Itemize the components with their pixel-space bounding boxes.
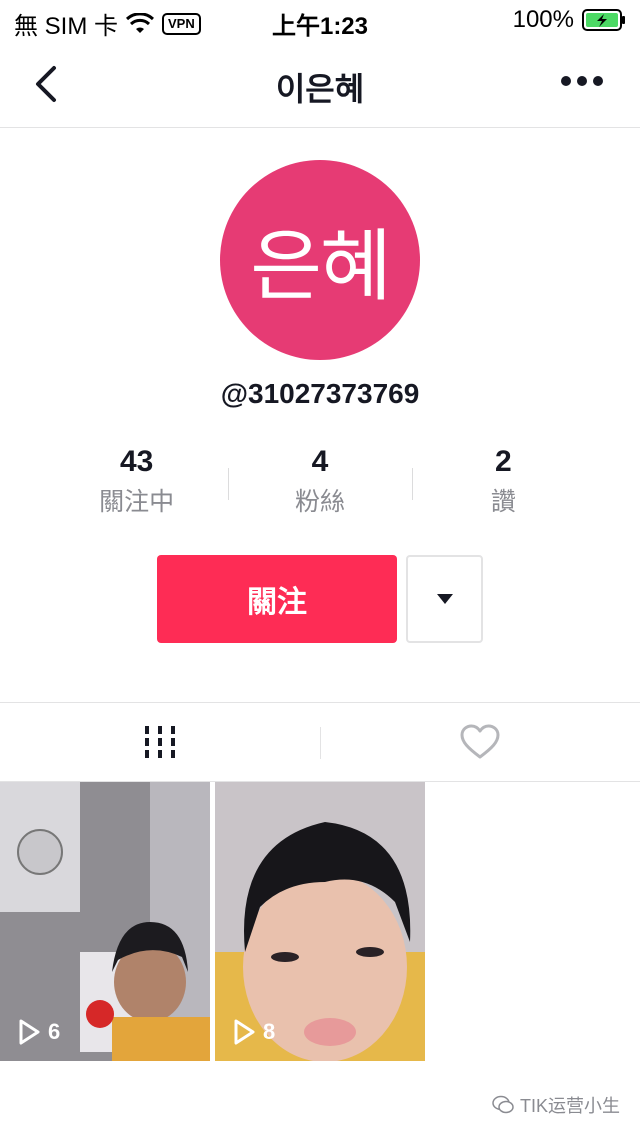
page-title: 이은혜	[275, 71, 365, 107]
heart-icon	[460, 724, 500, 759]
wechat-icon	[492, 1095, 514, 1114]
video-thumbnail[interactable]: 6	[0, 782, 210, 1061]
play-count-value: 8	[263, 1019, 276, 1044]
stat-value: 43	[119, 445, 154, 478]
profile-stats: 43 關注中 4 粉絲 2 讚	[45, 440, 595, 530]
stat-following[interactable]: 43 關注中	[45, 440, 228, 530]
stat-likes: 2 讚	[411, 440, 595, 530]
tab-liked[interactable]	[320, 703, 640, 781]
stat-value: 2	[494, 445, 512, 478]
video-thumbnail[interactable]: 8	[215, 782, 425, 1061]
grid-icon	[145, 726, 175, 758]
nav-bar: 이은혜	[0, 40, 640, 128]
watermark: TIK运营小生	[492, 1092, 620, 1118]
stat-value: 4	[311, 445, 329, 478]
avatar-text: 은혜	[250, 222, 392, 312]
play-icon	[234, 1019, 255, 1045]
battery-percent: 100%	[512, 6, 574, 33]
play-count-value: 6	[48, 1019, 61, 1044]
play-icon	[19, 1019, 40, 1045]
play-count: 8	[233, 1019, 275, 1045]
stat-followers[interactable]: 4 粉絲	[228, 440, 411, 530]
caret-down-icon	[436, 594, 453, 604]
battery-charging-icon	[582, 9, 625, 31]
suggestions-dropdown-button[interactable]	[406, 555, 483, 643]
stat-label: 讚	[490, 488, 516, 516]
more-options-icon[interactable]	[560, 74, 604, 88]
user-handle: @31027373769	[220, 378, 420, 409]
content-tabs	[0, 702, 640, 782]
stat-label: 關注中	[99, 488, 175, 516]
follow-button[interactable]: 關注	[157, 555, 397, 643]
tab-videos[interactable]	[0, 703, 320, 781]
status-bar: 無 SIM 卡 VPN 上午1:23 100%	[0, 0, 640, 40]
play-count: 6	[18, 1019, 60, 1045]
avatar[interactable]: 은혜	[220, 160, 420, 360]
stat-label: 粉絲	[294, 488, 345, 516]
watermark-text: TIK运营小生	[519, 1096, 620, 1116]
